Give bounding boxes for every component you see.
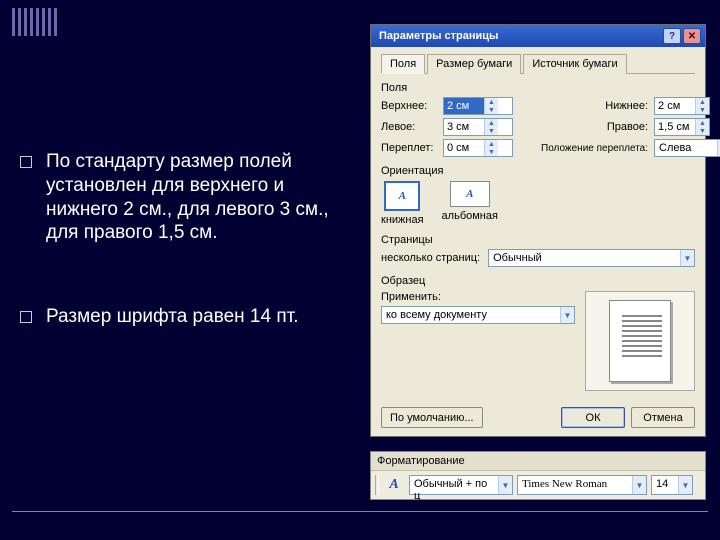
left-margin-label: Левое: [381,121,437,133]
bullet-box-icon [20,311,32,323]
default-button[interactable]: По умолчанию... [381,407,483,428]
landscape-label: альбомная [442,210,498,222]
help-button[interactable]: ? [663,28,681,44]
spinner-up-icon[interactable]: ▲ [696,98,709,106]
bullet-item: По стандарту размер полей установлен для… [20,150,350,245]
bullet-text: Размер шрифта равен 14 пт. [46,305,298,329]
chevron-down-icon: ▼ [498,476,512,494]
gutter-input[interactable]: ▲▼ [443,139,513,157]
ok-button[interactable]: ОК [561,407,625,428]
tab-paper-source[interactable]: Источник бумаги [523,54,626,74]
dialog-titlebar[interactable]: Параметры страницы ? ✕ [371,25,705,47]
gripper-icon[interactable] [375,475,379,495]
portrait-label: книжная [381,214,424,226]
gutter-pos-combo[interactable]: Слева ▼ [654,139,720,157]
top-margin-input[interactable]: ▲▼ [443,97,513,115]
spinner-down-icon[interactable]: ▼ [696,106,709,114]
right-margin-label: Правое: [541,121,648,133]
style-formatting-icon[interactable]: A [383,475,405,495]
slide-body-text: По стандарту размер полей установлен для… [20,150,350,389]
font-size-combo[interactable]: 14 ▼ [651,475,693,495]
right-margin-input[interactable]: ▲▼ [654,118,710,136]
apply-to-combo[interactable]: ко всему документу ▼ [381,306,575,324]
pages-group-label: Страницы [381,234,695,246]
cancel-button[interactable]: Отмена [631,407,695,428]
gutter-pos-label: Положение переплета: [541,143,648,154]
left-margin-input[interactable]: ▲▼ [443,118,513,136]
bottom-margin-label: Нижнее: [541,100,648,112]
decorative-bars [12,8,57,36]
dialog-tabs: Поля Размер бумаги Источник бумаги [381,53,695,74]
bullet-box-icon [20,156,32,168]
gutter-label: Переплет: [381,142,437,154]
tab-paper-size[interactable]: Размер бумаги [427,54,521,74]
close-button[interactable]: ✕ [683,28,701,44]
formatting-title: Форматирование [371,452,705,471]
margins-group-label: Поля [381,82,695,94]
bullet-text: По стандарту размер полей установлен для… [46,150,350,245]
spinner-down-icon[interactable]: ▼ [485,148,498,156]
dialog-title: Параметры страницы [379,30,498,42]
portrait-page-icon: A [384,181,420,211]
sample-group-label: Образец [381,275,695,287]
chevron-down-icon: ▼ [560,307,574,323]
orientation-portrait[interactable]: A книжная [381,181,424,226]
spinner-up-icon[interactable]: ▲ [485,119,498,127]
spinner-up-icon[interactable]: ▲ [485,98,498,106]
spinner-up-icon[interactable]: ▲ [696,119,709,127]
font-combo[interactable]: Times New Roman ▼ [517,475,647,495]
chevron-down-icon: ▼ [632,476,646,494]
orientation-landscape[interactable]: A альбомная [442,181,498,222]
pages-multi-combo[interactable]: Обычный ▼ [488,249,695,267]
landscape-page-icon: A [450,181,490,207]
spinner-up-icon[interactable]: ▲ [485,140,498,148]
top-margin-label: Верхнее: [381,100,437,112]
apply-to-label: Применить: [381,291,575,303]
bullet-item: Размер шрифта равен 14 пт. [20,305,350,329]
slide-divider [12,511,708,512]
orientation-group-label: Ориентация [381,165,695,177]
page-preview-box [585,291,695,391]
style-combo[interactable]: Обычный + по ц ▼ [409,475,513,495]
bottom-margin-input[interactable]: ▲▼ [654,97,710,115]
page-setup-dialog: Параметры страницы ? ✕ Поля Размер бумаг… [370,24,706,437]
chevron-down-icon: ▼ [678,476,692,494]
chevron-down-icon: ▼ [680,250,694,266]
spinner-down-icon[interactable]: ▼ [485,106,498,114]
formatting-toolbar: Форматирование A Обычный + по ц ▼ Times … [370,451,706,500]
page-preview-icon [609,300,671,382]
spinner-down-icon[interactable]: ▼ [696,127,709,135]
pages-multi-label: несколько страниц: [381,252,480,264]
tab-margins[interactable]: Поля [381,54,425,74]
spinner-down-icon[interactable]: ▼ [485,127,498,135]
